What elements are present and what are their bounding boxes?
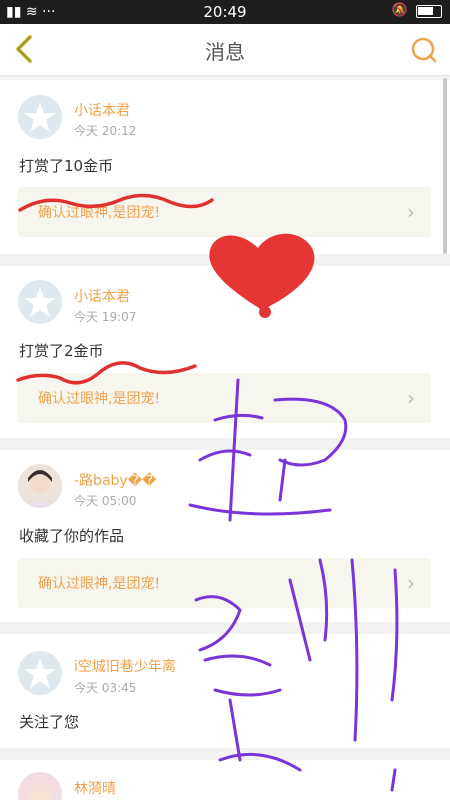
default-avatar-icon	[24, 102, 56, 132]
message-action: 打赏了10金币	[19, 157, 114, 175]
search-button[interactable]	[408, 34, 440, 66]
message-time: 今天 05:00	[74, 494, 137, 508]
scrollbar[interactable]	[443, 78, 447, 254]
user-name[interactable]: -路baby��	[74, 470, 156, 490]
chevron-right-icon: ›	[407, 386, 415, 410]
status-bar: ▮▮ ≋ ··· 20:49 🔕	[0, 0, 450, 24]
default-avatar-icon	[24, 658, 56, 688]
reward-banner[interactable]: 确认过眼神,是团宠! ›	[18, 558, 431, 608]
message-time: 今天 03:45	[74, 681, 137, 695]
avatar[interactable]	[18, 95, 62, 139]
message-action: 收藏了你的作品	[19, 527, 125, 545]
message-time: 今天 20:12	[74, 124, 137, 138]
user-name[interactable]: 林漪晴	[74, 778, 116, 798]
reward-text: 确认过眼神,是团宠!	[38, 391, 161, 407]
avatar[interactable]	[18, 280, 62, 324]
user-photo-avatar	[18, 772, 62, 800]
message-card[interactable]: -路baby�� 今天 05:00 收藏了你的作品 确认过眼神,是团宠! ›	[0, 450, 450, 622]
battery-icon	[416, 5, 442, 18]
chevron-right-icon: ›	[407, 200, 415, 224]
avatar[interactable]	[18, 651, 62, 695]
page-title: 消息	[205, 40, 245, 64]
default-avatar-icon	[24, 287, 56, 317]
message-action: 关注了您	[19, 713, 80, 731]
message-card[interactable]: 小话本君 今天 19:07 打赏了2金币 确认过眼神,是团宠! ›	[0, 266, 450, 438]
mute-icon: 🔕	[391, 3, 408, 18]
user-photo-avatar	[18, 464, 62, 508]
message-card[interactable]: i空城旧巷少年离 今天 03:45 关注了您	[0, 634, 450, 748]
reward-text: 确认过眼神,是团宠!	[38, 205, 161, 221]
avatar[interactable]	[18, 464, 62, 508]
user-name[interactable]: 小话本君	[74, 100, 130, 120]
nav-bar: 消息	[0, 24, 450, 76]
message-card[interactable]: 林漪晴	[0, 760, 450, 800]
reward-banner[interactable]: 确认过眼神,是团宠! ›	[18, 187, 431, 237]
message-time: 今天 19:07	[74, 310, 137, 324]
search-icon	[411, 37, 437, 63]
reward-text: 确认过眼神,是团宠!	[38, 576, 161, 592]
chevron-right-icon: ›	[407, 571, 415, 595]
reward-banner[interactable]: 确认过眼神,是团宠! ›	[18, 373, 431, 423]
status-time: 20:49	[203, 3, 247, 21]
user-name[interactable]: i空城旧巷少年离	[74, 656, 176, 676]
avatar[interactable]	[18, 772, 62, 800]
user-name[interactable]: 小话本君	[74, 286, 130, 306]
message-action: 打赏了2金币	[19, 342, 104, 360]
message-card[interactable]: 小话本君 今天 20:12 打赏了10金币 确认过眼神,是团宠! ›	[0, 80, 450, 254]
